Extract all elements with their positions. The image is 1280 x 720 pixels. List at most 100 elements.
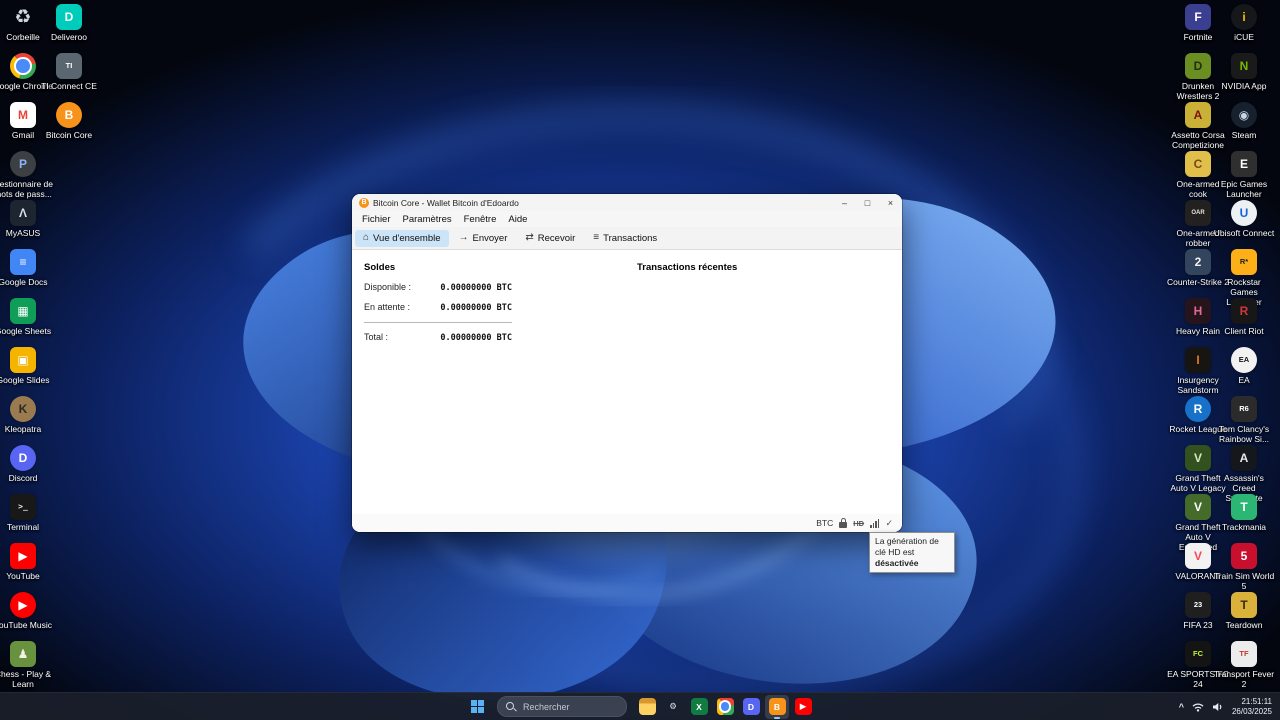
shortcut-google-docs[interactable]: ≡ Google Docs [0, 249, 48, 298]
shortcut-password-manager[interactable]: P Gestionnaire de mots de pass... [0, 151, 53, 200]
search-input[interactable] [521, 700, 603, 713]
balance-total-row: Total : 0.00000000 BTC [364, 332, 512, 343]
shortcut-terminal[interactable]: >_ Terminal [0, 494, 46, 543]
taskbar-settings[interactable]: ⚙ [661, 695, 685, 719]
tab-recevoir[interactable]: ⇄ Recevoir [517, 230, 583, 247]
shortcut-google-sheets[interactable]: ▦ Google Sheets [0, 298, 51, 347]
hd-tooltip: La génération de clé HD est désactivée [869, 532, 955, 573]
heavy-rain-icon: H [1185, 298, 1211, 324]
tab-label: Vue d'ensemble [373, 232, 441, 244]
myasus-icon: Λ [10, 200, 36, 226]
tray-clock[interactable]: 21:51:11 26/03/2025 [1232, 697, 1272, 716]
shortcut-insurgency[interactable]: I Insurgency Sandstorm [1175, 347, 1221, 396]
shortcut-ac-syndicate[interactable]: A Assassin's Creed Syndicate [1221, 445, 1267, 503]
shortcut-rainbow-six[interactable]: R6 Tom Clancy's Rainbow Si... [1219, 396, 1269, 445]
discord-icon: D [742, 698, 760, 715]
shortcut-youtube[interactable]: ▶ YouTube [0, 543, 46, 592]
tab-label: Transactions [603, 232, 658, 244]
menu-fenetre[interactable]: Fenêtre [458, 214, 503, 225]
window-title: Bitcoin Core - Wallet Bitcoin d'Edoardo [373, 197, 519, 208]
deliveroo-icon: D [56, 4, 82, 30]
shortcut-ti-connect[interactable]: TI TI Connect CE [41, 53, 97, 102]
hd-disabled-icon[interactable]: HD [853, 519, 864, 528]
shortcut-discord[interactable]: D Discord [0, 445, 46, 494]
shortcut-fifa-23[interactable]: 23 FIFA 23 [1175, 592, 1221, 641]
shortcut-train-sim-world-5[interactable]: 5 Train Sim World 5 [1214, 543, 1274, 592]
desktop-shortcut-label: Kleopatra [4, 424, 42, 434]
teardown-icon: T [1231, 592, 1257, 618]
taskbar-excel[interactable]: X [687, 695, 711, 719]
shortcut-myasus[interactable]: Λ MyASUS [0, 200, 46, 249]
tab-transactions[interactable]: ≡ Transactions [585, 230, 665, 247]
tab-envoyer[interactable]: → Envoyer [451, 230, 516, 247]
shortcut-trackmania[interactable]: T Trackmania [1221, 494, 1267, 543]
shortcut-google-slides[interactable]: ▣ Google Slides [0, 347, 49, 396]
menu-aide[interactable]: Aide [502, 214, 533, 225]
volume-icon[interactable] [1212, 702, 1224, 712]
sync-check-icon[interactable]: ✓ [885, 518, 893, 529]
shortcut-deliveroo[interactable]: D Deliveroo [46, 4, 92, 53]
shortcut-corbeille[interactable]: ♻ Corbeille [0, 4, 46, 53]
overview-content: Soldes Disponible : 0.00000000 BTC En at… [352, 250, 902, 514]
gta-v-enhanced-icon: V [1185, 494, 1211, 520]
shortcut-drunken-wrestlers[interactable]: D Drunken Wrestlers 2 [1175, 53, 1221, 102]
shortcut-ubisoft-connect[interactable]: U Ubisoft Connect [1214, 200, 1274, 249]
fortnite-icon: F [1185, 4, 1211, 30]
shortcut-transport-fever-2[interactable]: TF Transport Fever 2 [1214, 641, 1274, 690]
chess-icon: ♟ [10, 641, 36, 667]
shortcut-fortnite[interactable]: F Fortnite [1175, 4, 1221, 53]
taskbar-bitcoin-core[interactable]: B [765, 694, 789, 719]
network-connections-icon[interactable] [870, 518, 880, 528]
shortcut-rockstar[interactable]: R* Rockstar Games Launcher [1221, 249, 1267, 307]
icue-icon: i [1231, 4, 1257, 30]
chrome-icon [716, 698, 734, 715]
shortcut-epic-games[interactable]: E Epic Games Launcher [1221, 151, 1267, 200]
taskbar-discord[interactable]: D [739, 695, 763, 719]
steam-icon: ◉ [1231, 102, 1257, 128]
taskbar-chrome[interactable] [713, 695, 737, 719]
desktop-shortcut-label: iCUE [1234, 32, 1254, 42]
taskbar-search[interactable] [497, 696, 627, 717]
shortcut-steam[interactable]: ◉ Steam [1221, 102, 1267, 151]
shortcut-gmail[interactable]: M Gmail [0, 102, 46, 151]
wallet-lock-icon[interactable] [839, 517, 848, 528]
shortcut-chess[interactable]: ♟ Chess - Play & Learn [0, 641, 51, 690]
tab-vue-densemble[interactable]: ⌂ Vue d'ensemble [355, 229, 449, 247]
taskbar-youtube[interactable]: ▶ [791, 695, 815, 719]
shortcut-icue[interactable]: i iCUE [1221, 4, 1267, 53]
shortcut-one-armed-robber[interactable]: OAR One-armed robber [1175, 200, 1221, 249]
menu-fichier[interactable]: Fichier [356, 214, 397, 225]
shortcut-kleopatra[interactable]: K Kleopatra [0, 396, 46, 445]
desktop-shortcut-label: Google Slides [0, 375, 50, 385]
balance-label: En attente : [364, 302, 411, 312]
maximize-button[interactable]: □ [856, 194, 879, 211]
shortcut-youtube-music[interactable]: ▶ YouTube Music [0, 592, 52, 641]
youtube-music-icon: ▶ [10, 592, 36, 618]
shortcut-bitcoin-core[interactable]: B Bitcoin Core [46, 102, 92, 151]
ea-icon: EA [1231, 347, 1257, 373]
shortcut-nvidia-app[interactable]: N NVIDIA App [1221, 53, 1267, 102]
wifi-icon[interactable] [1192, 702, 1204, 712]
shortcut-ea[interactable]: EA EA [1221, 347, 1267, 396]
trackmania-icon: T [1231, 494, 1257, 520]
desktop-shortcut-label: EA [1238, 375, 1250, 385]
bitcoin-core-window: B Bitcoin Core - Wallet Bitcoin d'Edoard… [352, 194, 902, 532]
minimize-button[interactable]: – [833, 194, 856, 211]
desktop-shortcut-label: Teardown [1225, 620, 1263, 630]
toolbar-tabs: ⌂ Vue d'ensemble → Envoyer ⇄ Recevoir ≡ … [352, 227, 902, 250]
menu-parametres[interactable]: Paramètres [397, 214, 458, 225]
shortcut-teardown[interactable]: T Teardown [1221, 592, 1267, 641]
taskbar-file-explorer[interactable] [635, 695, 659, 719]
youtube-icon: ▶ [794, 698, 812, 715]
ac-syndicate-icon: A [1231, 445, 1257, 471]
shortcut-client-riot[interactable]: R Client Riot [1221, 298, 1267, 347]
shortcut-assetto-corsa[interactable]: A Assetto Corsa Competizione [1171, 102, 1225, 151]
shortcut-google-chrome[interactable]: Google Chrome [0, 53, 53, 102]
close-button[interactable]: × [879, 194, 902, 211]
tray-chevron-up-icon[interactable]: ^ [1179, 702, 1184, 712]
unit-display[interactable]: BTC [816, 518, 833, 528]
transactions-icon: ≡ [593, 232, 600, 243]
start-button[interactable] [464, 696, 490, 718]
titlebar[interactable]: B Bitcoin Core - Wallet Bitcoin d'Edoard… [352, 194, 902, 211]
counter-strike-2-icon: 2 [1185, 249, 1211, 275]
